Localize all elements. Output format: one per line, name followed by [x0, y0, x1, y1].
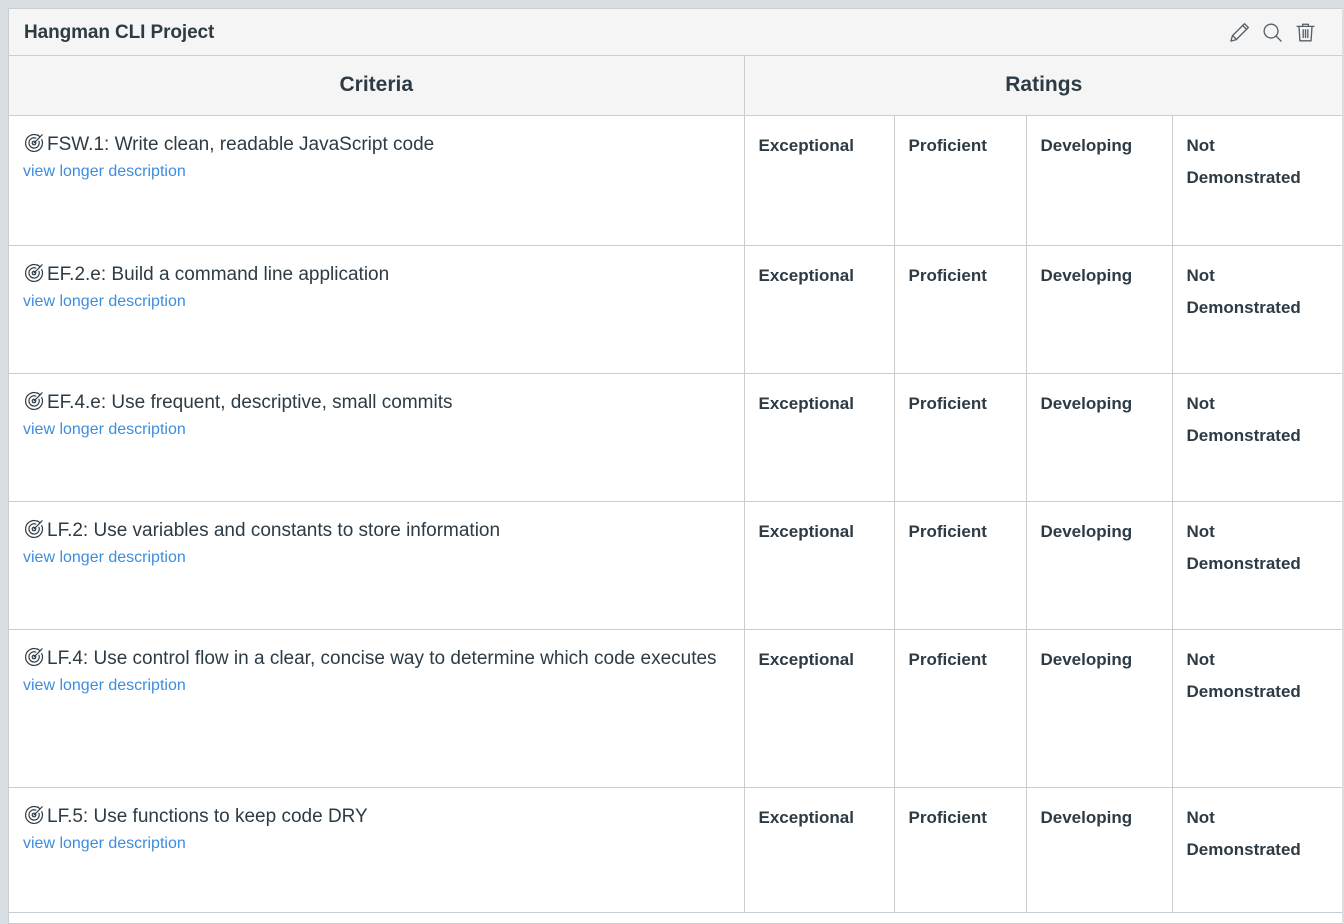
rating-cell[interactable]: Exceptional	[744, 629, 894, 787]
outcome-target-icon	[23, 646, 45, 668]
criterion-text: LF.5: Use functions to keep code DRY	[47, 806, 368, 827]
rubric-title: Hangman CLI Project	[24, 23, 1227, 42]
rating-label: Exceptional	[759, 260, 884, 292]
rubric-page: Hangman CLI Project	[0, 0, 1344, 924]
criterion-cell: FSW.1: Write clean, readable JavaScript …	[9, 115, 744, 245]
rating-label: Proficient	[909, 260, 1016, 292]
table-row: FSW.1: Write clean, readable JavaScript …	[9, 115, 1342, 245]
criterion-cell: EF.4.e: Use frequent, descriptive, small…	[9, 373, 744, 501]
rating-label: Not Demonstrated	[1187, 130, 1334, 194]
rubric-container: Hangman CLI Project	[8, 8, 1342, 924]
rating-cell[interactable]: Not Demonstrated	[1172, 501, 1342, 629]
rating-cell[interactable]: Exceptional	[744, 115, 894, 245]
rating-label: Developing	[1041, 516, 1162, 548]
rating-label: Not Demonstrated	[1187, 388, 1334, 452]
rating-cell[interactable]: Proficient	[894, 787, 1026, 912]
rubric-table: Criteria Ratings FSW.1: Write clean, rea…	[9, 56, 1342, 913]
rating-label: Proficient	[909, 388, 1016, 420]
rubric-toolbar	[1227, 20, 1328, 45]
rating-cell[interactable]: Exceptional	[744, 787, 894, 912]
outcome-target-icon	[23, 262, 45, 284]
rating-cell[interactable]: Developing	[1026, 115, 1172, 245]
rating-label: Exceptional	[759, 802, 884, 834]
outcome-target-icon	[23, 804, 45, 826]
rating-label: Developing	[1041, 130, 1162, 162]
rating-cell[interactable]: Developing	[1026, 787, 1172, 912]
outcome-target-icon	[23, 390, 45, 412]
criterion-text: FSW.1: Write clean, readable JavaScript …	[47, 134, 434, 155]
rubric-table-head: Criteria Ratings	[9, 56, 1342, 115]
rating-cell[interactable]: Not Demonstrated	[1172, 629, 1342, 787]
rating-cell[interactable]: Exceptional	[744, 501, 894, 629]
criterion-text: EF.2.e: Build a command line application	[47, 264, 389, 285]
rating-cell[interactable]: Proficient	[894, 373, 1026, 501]
criterion-description: FSW.1: Write clean, readable JavaScript …	[23, 130, 730, 159]
criterion-text: EF.4.e: Use frequent, descriptive, small…	[47, 392, 452, 413]
rating-cell[interactable]: Exceptional	[744, 373, 894, 501]
rating-label: Not Demonstrated	[1187, 260, 1334, 324]
column-header-criteria: Criteria	[9, 56, 744, 115]
rating-cell[interactable]: Not Demonstrated	[1172, 115, 1342, 245]
rating-label: Developing	[1041, 388, 1162, 420]
table-header-row: Criteria Ratings	[9, 56, 1342, 115]
criterion-cell: EF.2.e: Build a command line application…	[9, 245, 744, 373]
rating-cell[interactable]: Not Demonstrated	[1172, 787, 1342, 912]
rating-cell[interactable]: Proficient	[894, 245, 1026, 373]
rating-label: Proficient	[909, 516, 1016, 548]
criterion-description: LF.4: Use control flow in a clear, conci…	[23, 644, 730, 673]
rating-cell[interactable]: Developing	[1026, 245, 1172, 373]
rating-cell[interactable]: Developing	[1026, 373, 1172, 501]
rating-cell[interactable]: Developing	[1026, 629, 1172, 787]
criterion-cell: LF.5: Use functions to keep code DRY view…	[9, 787, 744, 912]
rating-cell[interactable]: Proficient	[894, 629, 1026, 787]
rating-cell[interactable]: Not Demonstrated	[1172, 245, 1342, 373]
rating-label: Proficient	[909, 802, 1016, 834]
view-longer-description-link[interactable]: view longer description	[23, 161, 186, 183]
rating-label: Not Demonstrated	[1187, 802, 1334, 866]
view-longer-description-link[interactable]: view longer description	[23, 419, 186, 441]
view-longer-description-link[interactable]: view longer description	[23, 547, 186, 569]
rubric-title-bar: Hangman CLI Project	[9, 9, 1342, 56]
criterion-description: LF.5: Use functions to keep code DRY	[23, 802, 730, 831]
rating-label: Developing	[1041, 260, 1162, 292]
criterion-text: LF.2: Use variables and constants to sto…	[47, 520, 500, 541]
criterion-cell: LF.4: Use control flow in a clear, conci…	[9, 629, 744, 787]
rating-cell[interactable]: Proficient	[894, 115, 1026, 245]
criterion-text: LF.4: Use control flow in a clear, conci…	[47, 648, 717, 669]
trash-icon[interactable]	[1293, 20, 1318, 45]
rating-label: Not Demonstrated	[1187, 644, 1334, 708]
criterion-cell: LF.2: Use variables and constants to sto…	[9, 501, 744, 629]
search-icon[interactable]	[1260, 20, 1285, 45]
rating-label: Proficient	[909, 644, 1016, 676]
table-row: EF.2.e: Build a command line application…	[9, 245, 1342, 373]
rating-label: Exceptional	[759, 516, 884, 548]
rating-label: Exceptional	[759, 388, 884, 420]
table-row: LF.5: Use functions to keep code DRY view…	[9, 787, 1342, 912]
rating-label: Developing	[1041, 802, 1162, 834]
rating-cell[interactable]: Developing	[1026, 501, 1172, 629]
outcome-target-icon	[23, 518, 45, 540]
rating-label: Developing	[1041, 644, 1162, 676]
rating-cell[interactable]: Exceptional	[744, 245, 894, 373]
rating-cell[interactable]: Not Demonstrated	[1172, 373, 1342, 501]
rubric-table-body: FSW.1: Write clean, readable JavaScript …	[9, 115, 1342, 912]
criterion-description: LF.2: Use variables and constants to sto…	[23, 516, 730, 545]
table-row: EF.4.e: Use frequent, descriptive, small…	[9, 373, 1342, 501]
rating-cell[interactable]: Proficient	[894, 501, 1026, 629]
column-header-ratings: Ratings	[744, 56, 1342, 115]
view-longer-description-link[interactable]: view longer description	[23, 675, 186, 697]
outcome-target-icon	[23, 132, 45, 154]
criterion-description: EF.4.e: Use frequent, descriptive, small…	[23, 388, 730, 417]
rating-label: Exceptional	[759, 644, 884, 676]
table-row: LF.2: Use variables and constants to sto…	[9, 501, 1342, 629]
criterion-description: EF.2.e: Build a command line application	[23, 260, 730, 289]
table-row: LF.4: Use control flow in a clear, conci…	[9, 629, 1342, 787]
rating-label: Not Demonstrated	[1187, 516, 1334, 580]
rating-label: Exceptional	[759, 130, 884, 162]
rating-label: Proficient	[909, 130, 1016, 162]
view-longer-description-link[interactable]: view longer description	[23, 833, 186, 855]
edit-pencil-icon[interactable]	[1227, 20, 1252, 45]
view-longer-description-link[interactable]: view longer description	[23, 291, 186, 313]
